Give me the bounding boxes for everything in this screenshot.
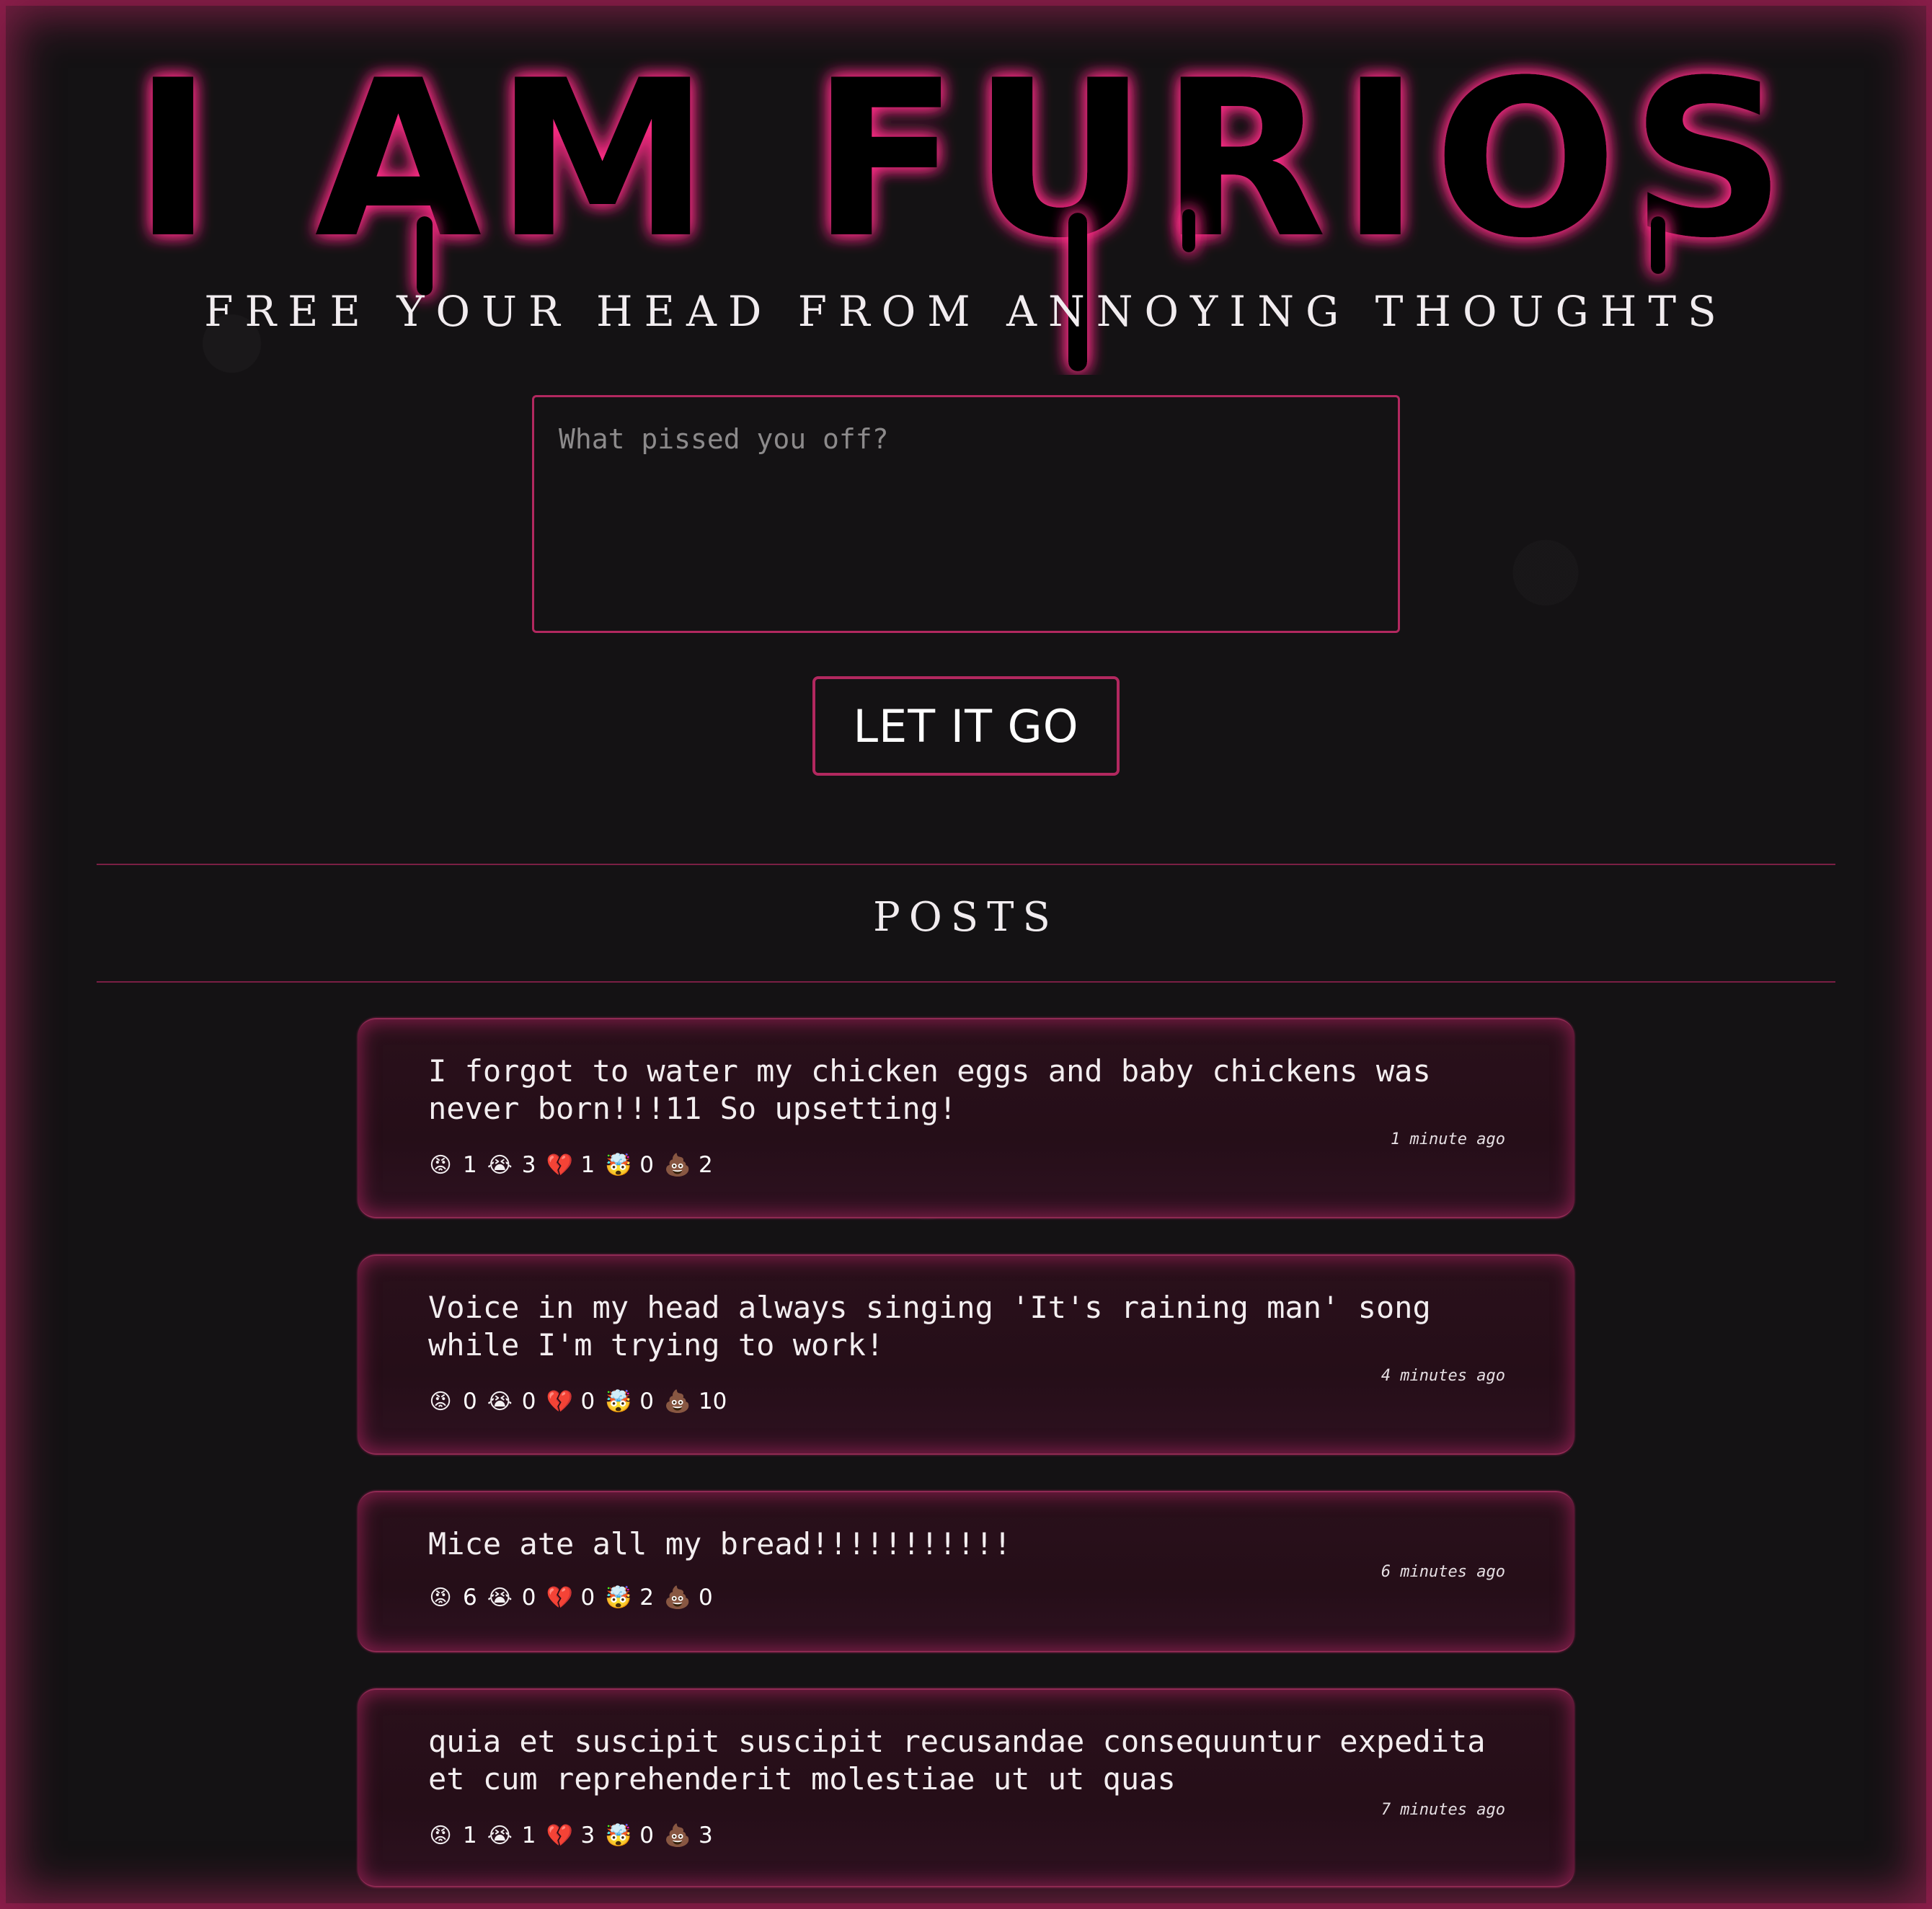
crying-face-icon: 😭	[487, 1822, 513, 1848]
reaction-crying[interactable]: 😭 3	[487, 1152, 536, 1178]
angry-face-icon: 😡	[429, 1585, 452, 1611]
reaction-count: 3	[521, 1152, 536, 1178]
reaction-broken-heart[interactable]: 💔 0	[546, 1388, 595, 1414]
reaction-mind-blown[interactable]: 🤯 0	[605, 1152, 654, 1178]
post-card: I forgot to water my chicken eggs and ba…	[358, 1018, 1574, 1218]
post-text: I forgot to water my chicken eggs and ba…	[428, 1053, 1431, 1126]
post-text: quia et suscipit suscipit recusandae con…	[428, 1724, 1486, 1797]
reaction-bar: 😡 6 😭 0 💔 0 🤯 2 💩 0	[428, 1585, 723, 1611]
poop-icon: 💩	[663, 1822, 691, 1848]
reaction-poop[interactable]: 💩 0	[664, 1585, 713, 1611]
reaction-count: 0	[521, 1585, 536, 1611]
poop-icon: 💩	[663, 1585, 691, 1611]
reaction-count: 3	[580, 1822, 595, 1848]
post-text: Mice ate all my bread!!!!!!!!!!!	[428, 1526, 1012, 1562]
reaction-crying[interactable]: 😭 1	[487, 1822, 536, 1848]
crying-face-icon: 😭	[487, 1388, 513, 1414]
exploding-head-icon: 🤯	[605, 1388, 632, 1414]
reaction-bar: 😡 1 😭 1 💔 3 🤯 0 💩 3	[428, 1822, 723, 1848]
reaction-angry[interactable]: 😡 6	[428, 1585, 477, 1611]
reaction-count: 0	[639, 1822, 654, 1848]
crying-face-icon: 😭	[487, 1152, 513, 1178]
reaction-count: 0	[521, 1388, 536, 1414]
broken-heart-icon: 💔	[546, 1822, 573, 1848]
reaction-broken-heart[interactable]: 💔 3	[546, 1822, 595, 1848]
let-it-go-button[interactable]: LET IT GO	[812, 676, 1120, 776]
exploding-head-icon: 🤯	[605, 1152, 632, 1178]
reaction-count: 6	[463, 1585, 477, 1611]
reaction-count: 0	[580, 1585, 595, 1611]
exploding-head-icon: 🤯	[605, 1822, 632, 1848]
reaction-count: 0	[639, 1388, 654, 1414]
reaction-crying[interactable]: 😭 0	[487, 1585, 536, 1611]
reaction-count: 2	[698, 1152, 713, 1178]
reaction-bar: 😡 0 😭 0 💔 0 🤯 0 💩 10	[428, 1388, 737, 1414]
divider-bottom	[97, 981, 1835, 983]
reaction-mind-blown[interactable]: 🤯 2	[605, 1585, 654, 1611]
broken-heart-icon: 💔	[546, 1152, 573, 1178]
angry-face-icon: 😡	[429, 1388, 452, 1414]
poop-icon: 💩	[663, 1388, 691, 1414]
broken-heart-icon: 💔	[546, 1585, 573, 1611]
reaction-count: 2	[639, 1585, 654, 1611]
divider-top	[97, 864, 1835, 865]
reaction-poop[interactable]: 💩 3	[664, 1822, 713, 1848]
reaction-count: 1	[463, 1152, 477, 1178]
angry-face-icon: 😡	[429, 1822, 452, 1848]
reaction-count: 0	[698, 1585, 713, 1611]
post-timestamp: 1 minute ago	[1391, 1130, 1505, 1148]
exploding-head-icon: 🤯	[605, 1585, 632, 1611]
reaction-angry[interactable]: 😡 1	[428, 1822, 477, 1848]
reaction-count: 3	[698, 1822, 713, 1848]
reaction-angry[interactable]: 😡 1	[428, 1152, 477, 1178]
reaction-count: 0	[580, 1388, 595, 1414]
poop-icon: 💩	[663, 1152, 691, 1178]
reaction-count: 10	[698, 1388, 727, 1414]
reaction-count: 1	[580, 1152, 595, 1178]
reaction-angry[interactable]: 😡 0	[428, 1388, 477, 1414]
reaction-count: 0	[639, 1152, 654, 1178]
reaction-poop[interactable]: 💩 2	[664, 1152, 713, 1178]
reaction-broken-heart[interactable]: 💔 1	[546, 1152, 595, 1178]
reaction-broken-heart[interactable]: 💔 0	[546, 1585, 595, 1611]
post-timestamp: 7 minutes ago	[1381, 1801, 1505, 1819]
reaction-count: 0	[463, 1388, 477, 1414]
page-background: I AM FURIOS FREE YOUR HEAD FROM ANNOYING…	[0, 0, 1932, 1909]
reaction-count: 1	[463, 1822, 477, 1848]
reaction-mind-blown[interactable]: 🤯 0	[605, 1822, 654, 1848]
post-card: Voice in my head always singing 'It's ra…	[358, 1254, 1574, 1455]
post-card: Mice ate all my bread!!!!!!!!!!! 6 minut…	[358, 1491, 1574, 1652]
crying-face-icon: 😭	[487, 1585, 513, 1611]
logo-text: I AM FURIOS	[133, 34, 1799, 285]
post-timestamp: 4 minutes ago	[1381, 1367, 1505, 1385]
post-timestamp: 6 minutes ago	[1381, 1563, 1505, 1581]
reaction-poop[interactable]: 💩 10	[664, 1388, 727, 1414]
reaction-bar: 😡 1 😭 3 💔 1 🤯 0 💩 2	[428, 1152, 723, 1178]
broken-heart-icon: 💔	[546, 1388, 573, 1414]
complaint-input[interactable]	[532, 395, 1400, 633]
logo: I AM FURIOS	[0, 29, 1932, 371]
reaction-count: 1	[521, 1822, 536, 1848]
reaction-crying[interactable]: 😭 0	[487, 1388, 536, 1414]
posts-heading: POSTS	[873, 894, 1059, 941]
post-text: Voice in my head always singing 'It's ra…	[428, 1290, 1431, 1363]
post-card: quia et suscipit suscipit recusandae con…	[358, 1688, 1574, 1887]
angry-face-icon: 😡	[429, 1152, 452, 1178]
reaction-mind-blown[interactable]: 🤯 0	[605, 1388, 654, 1414]
tagline: FREE YOUR HEAD FROM ANNOYING THOUGHTS	[204, 287, 1728, 336]
